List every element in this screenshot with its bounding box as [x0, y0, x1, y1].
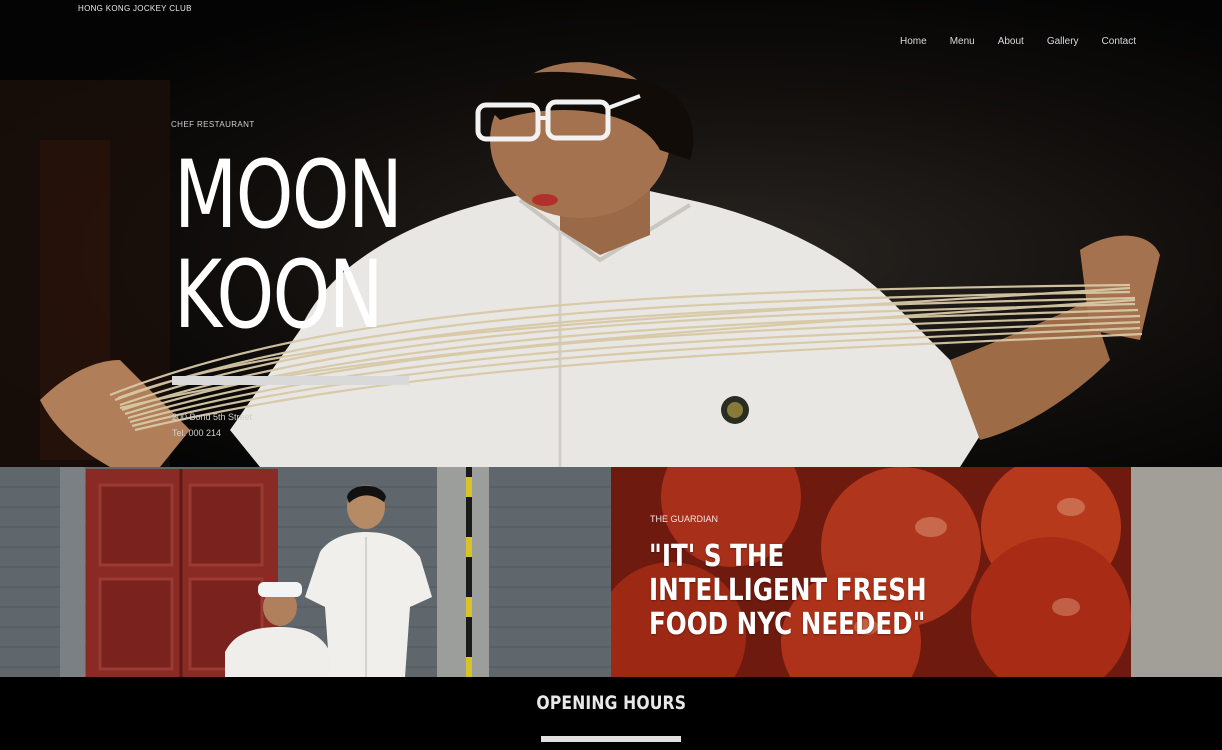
nav-gallery[interactable]: Gallery — [1047, 36, 1079, 47]
brand-name[interactable]: HONG KONG JOCKEY CLUB — [78, 4, 192, 13]
chefs-photo-panel — [0, 467, 611, 677]
hero-contact: 200 Bond 5th Street Tel. 000 214 — [172, 409, 252, 441]
opening-hours-heading: OPENING HOURS — [0, 692, 1222, 714]
press-source: THE GUARDIAN — [650, 514, 719, 524]
opening-hours-title: OPENING HOURS — [536, 692, 686, 714]
hero-title: MOON KOON — [174, 141, 403, 350]
hero-phone[interactable]: Tel. 000 214 — [172, 425, 252, 441]
hero-address: 200 Bond 5th Street — [172, 412, 253, 422]
hero-section: HONG KONG JOCKEY CLUB Home Menu About Ga… — [0, 0, 1222, 467]
opening-hours-section: OPENING HOURS — [0, 677, 1222, 750]
hero-title-underline — [172, 376, 409, 385]
nav-about[interactable]: About — [998, 36, 1024, 47]
chefs-photo — [0, 467, 611, 677]
hero-eyebrow: CHEF RESTAURANT — [171, 120, 255, 129]
press-quote: "IT' S THE INTELLIGENT FRESH FOOD NYC NE… — [649, 539, 927, 642]
nav-home[interactable]: Home — [900, 36, 927, 47]
page: HONG KONG JOCKEY CLUB Home Menu About Ga… — [0, 0, 1222, 750]
opening-hours-underline — [541, 736, 681, 742]
nav-contact[interactable]: Contact — [1102, 36, 1136, 47]
nav-menu[interactable]: Menu — [950, 36, 975, 47]
hero-title-line-1: MOON — [174, 141, 403, 250]
press-quote-panel: THE GUARDIAN "IT' S THE INTELLIGENT FRES… — [611, 467, 1222, 677]
hero-title-line-2: KOON — [174, 241, 384, 350]
main-nav: Home Menu About Gallery Contact — [900, 36, 1136, 47]
